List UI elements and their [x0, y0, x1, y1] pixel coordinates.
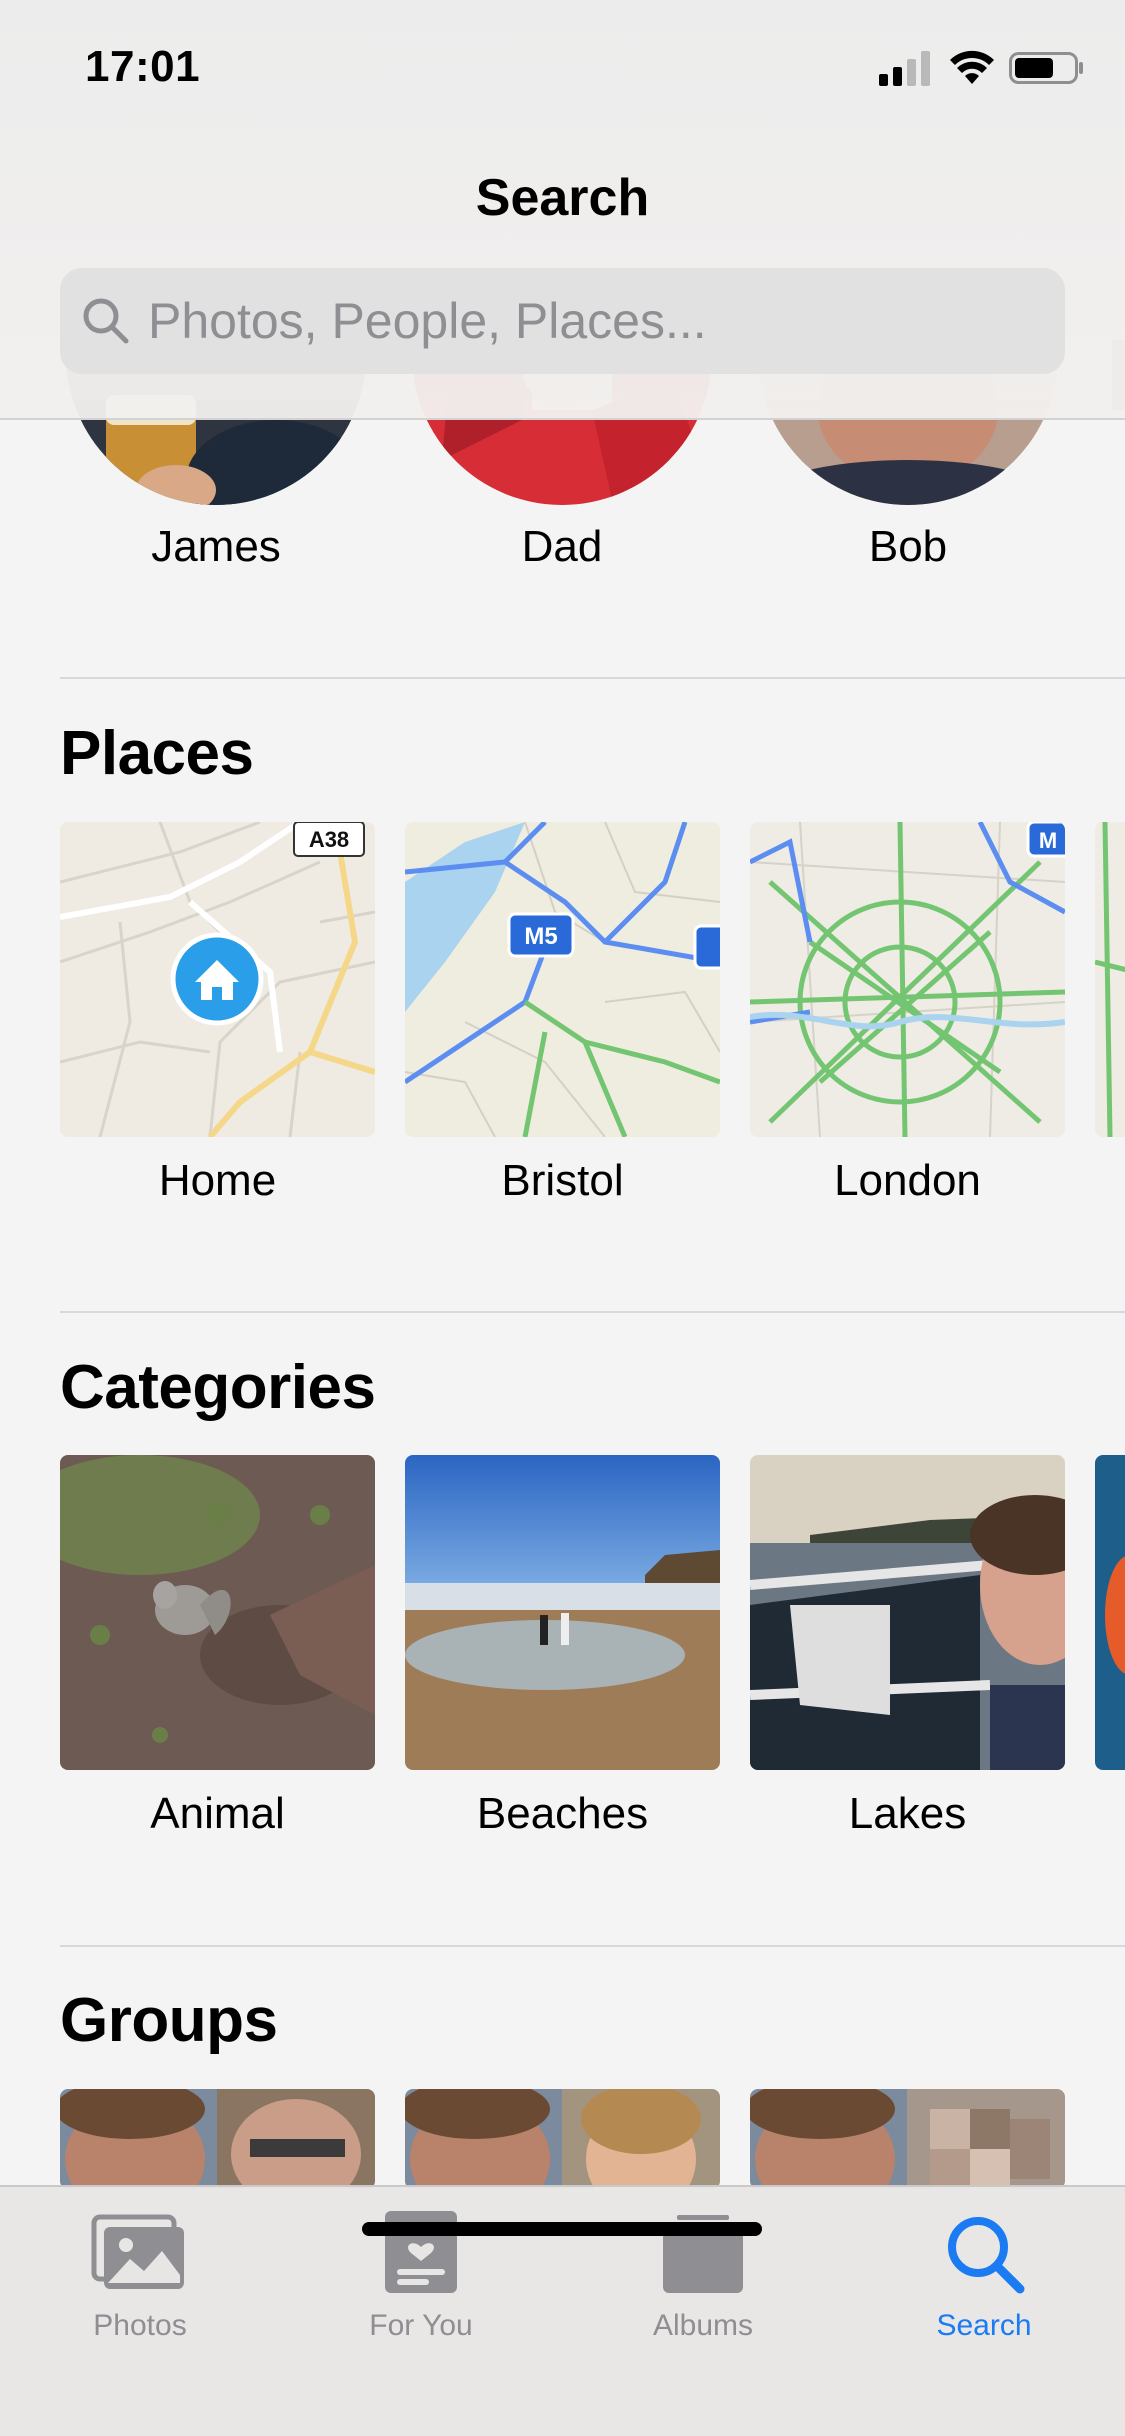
tab-label: For You: [369, 2309, 473, 2342]
categories-section-title: Categories: [60, 1353, 376, 1422]
road-badge: A38: [309, 827, 349, 852]
person-name: Dad: [521, 522, 603, 571]
place-label: London: [834, 1156, 981, 1205]
status-icons: [879, 48, 1085, 88]
battery-icon: [1009, 52, 1083, 84]
search-icon: [948, 2217, 1025, 2294]
section-divider: [60, 1311, 1125, 1313]
tab-label: Search: [936, 2309, 1032, 2342]
place-tile-bristol[interactable]: M5: [405, 822, 720, 1137]
category-tile-animal[interactable]: [60, 1455, 375, 1770]
beaches-photo: [405, 1455, 720, 1770]
magnifier-icon: [83, 298, 129, 344]
tab-label: Albums: [652, 2309, 754, 2342]
section-divider: [60, 1945, 1125, 1947]
places-section-title: Places: [60, 719, 254, 788]
status-time: 17:01: [85, 42, 201, 91]
group-tile[interactable]: [405, 2089, 720, 2189]
tab-photos[interactable]: Photos: [20, 2209, 260, 2349]
tab-label: Photos: [93, 2309, 187, 2342]
home-map: A38: [60, 822, 375, 1137]
wifi-icon: [950, 50, 994, 84]
group-tile[interactable]: [60, 2089, 375, 2189]
search-bar[interactable]: [60, 268, 1065, 374]
group-tile[interactable]: [750, 2089, 1065, 2189]
london-map: M: [750, 822, 1065, 1137]
place-tile-home[interactable]: A38: [60, 822, 375, 1137]
animal-photo: [60, 1455, 375, 1770]
person-name: Bob: [868, 522, 948, 571]
groups-section-title: Groups: [60, 1986, 278, 2055]
person-name: James: [151, 522, 281, 571]
road-badge: M: [1039, 828, 1057, 853]
lakes-photo: [750, 1455, 1065, 1770]
place-label: Home: [158, 1156, 277, 1205]
category-label: Animal: [150, 1789, 285, 1838]
section-divider: [60, 677, 1125, 679]
place-tile-london[interactable]: M: [750, 822, 1065, 1137]
category-tile-beaches[interactable]: [405, 1455, 720, 1770]
navigation-header: 17:01 Search: [0, 0, 1125, 420]
category-tile-peek[interactable]: [1095, 1455, 1125, 1770]
place-tile-peek[interactable]: [1095, 822, 1125, 1137]
category-label: Lakes: [848, 1789, 967, 1838]
tab-search[interactable]: Search: [864, 2209, 1104, 2349]
category-label: Beaches: [476, 1789, 649, 1838]
tab-bar: Photos For You Albums Search: [0, 2185, 1125, 2436]
home-indicator[interactable]: [362, 2222, 762, 2236]
cellular-signal-icon: [879, 51, 930, 86]
search-input[interactable]: [148, 268, 1028, 374]
photos-icon: [91, 2214, 184, 2289]
category-tile-lakes[interactable]: [750, 1455, 1065, 1770]
road-badge: M5: [524, 923, 557, 950]
page-title: Search: [475, 169, 650, 227]
place-label: Bristol: [501, 1156, 624, 1205]
bristol-map: M5: [405, 822, 720, 1137]
